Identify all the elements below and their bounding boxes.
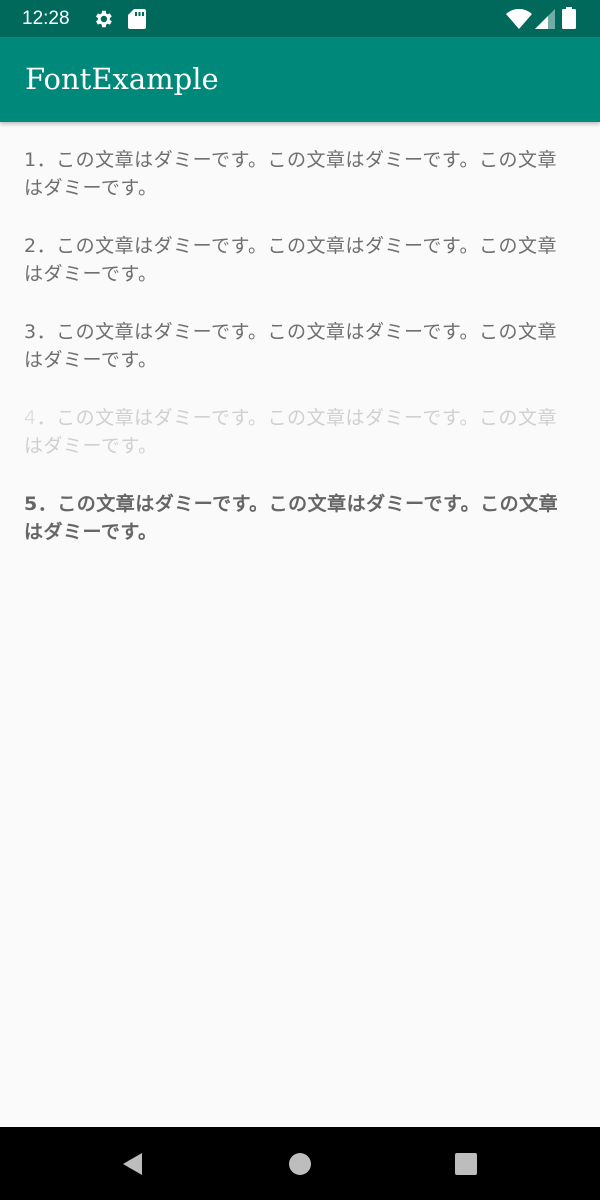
app-bar: FontExample — [0, 37, 600, 122]
sd-card-icon — [128, 9, 146, 29]
recents-icon[interactable] — [454, 1152, 478, 1176]
status-time: 12:28 — [22, 8, 70, 29]
content-area: 1．この文章はダミーです。この文章はダミーです。この文章はダミーです。 2．この… — [24, 146, 574, 576]
paragraph-4: 4．この文章はダミーです。この文章はダミーです。この文章はダミーです。 — [24, 407, 558, 457]
battery-icon — [562, 7, 576, 29]
back-icon[interactable] — [120, 1151, 146, 1177]
paragraph-2: 2．この文章はダミーです。この文章はダミーです。この文章はダミーです。 — [24, 235, 558, 285]
gear-icon — [96, 10, 112, 28]
wifi-icon — [506, 9, 532, 29]
paragraph-1: 1．この文章はダミーです。この文章はダミーです。この文章はダミーです。 — [24, 149, 558, 199]
status-bar: 12:28 — [0, 0, 600, 37]
navigation-bar — [0, 1127, 600, 1200]
paragraph-5: 5．この文章はダミーです。この文章はダミーです。この文章はダミーです。 — [24, 493, 559, 543]
home-icon[interactable] — [288, 1152, 312, 1176]
app-title: FontExample — [25, 62, 219, 96]
signal-icon — [535, 9, 555, 29]
paragraph-3: 3．この文章はダミーです。この文章はダミーです。この文章はダミーです。 — [24, 321, 558, 371]
